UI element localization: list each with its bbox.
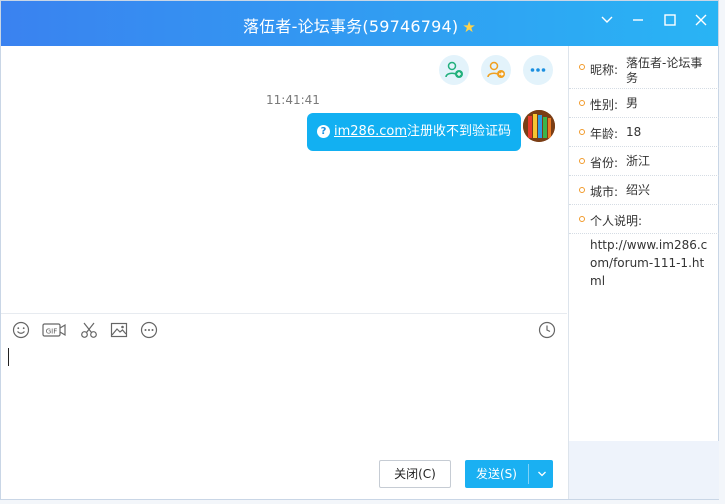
bullet-icon <box>579 158 585 164</box>
age-value: 18 <box>626 125 642 139</box>
gif-icon[interactable]: GIF <box>42 321 66 339</box>
chevron-down-icon[interactable] <box>597 13 617 33</box>
bio-url-link[interactable]: http://www.im286.com/forum-111-1.html <box>590 236 714 290</box>
star-icon: ★ <box>462 18 476 36</box>
minimize-icon[interactable] <box>628 13 648 33</box>
profile-nickname-row: 昵称: 落伍者-论坛事务 <box>569 49 719 89</box>
bullet-icon <box>579 216 585 222</box>
bio-label: 个人说明: <box>590 214 643 228</box>
title-bar[interactable]: 落伍者-论坛事务(59746794) ★ <box>1 1 718 46</box>
add-member-button[interactable] <box>439 55 469 85</box>
province-value: 浙江 <box>626 154 651 168</box>
image-icon[interactable] <box>110 321 128 339</box>
avatar[interactable] <box>523 110 555 142</box>
message-input[interactable] <box>1 346 567 446</box>
city-label: 城市: <box>590 185 619 199</box>
nickname-label: 昵称: <box>590 63 619 77</box>
chat-window: 落伍者-论坛事务(59746794) ★ 11:41:41 ? im286.co… <box>0 0 719 500</box>
message-history[interactable]: 11:41:41 ? im286.com注册收不到验证码 <box>1 46 567 314</box>
more-actions-button[interactable] <box>523 55 553 85</box>
message-timestamp: 11:41:41 <box>266 93 320 107</box>
send-label: 发送(S) <box>476 467 517 481</box>
contact-profile-panel: 昵称: 落伍者-论坛事务 性别: 男 年龄: 18 省份: 浙江 城市: 绍兴 … <box>568 46 719 499</box>
question-icon: ? <box>317 125 330 138</box>
send-options-chevron-icon[interactable] <box>533 460 551 488</box>
close-button[interactable]: 关闭(C) <box>379 460 451 488</box>
profile-city-row: 城市: 绍兴 <box>569 176 719 205</box>
bullet-icon <box>579 64 585 70</box>
nickname-value: 落伍者-论坛事务 <box>626 56 703 85</box>
more-icon[interactable] <box>140 321 158 339</box>
close-icon[interactable] <box>691 13 711 33</box>
emoji-icon[interactable] <box>12 321 30 339</box>
bullet-icon <box>579 187 585 193</box>
bubble-tail <box>512 126 519 138</box>
history-clock-icon[interactable] <box>538 321 556 339</box>
profile-age-row: 年龄: 18 <box>569 118 719 147</box>
message-bubble[interactable]: ? im286.com注册收不到验证码 <box>307 113 522 151</box>
profile-gender-row: 性别: 男 <box>569 89 719 118</box>
bullet-icon <box>579 129 585 135</box>
profile-province-row: 省份: 浙江 <box>569 147 719 176</box>
profile-panel-footer <box>569 441 719 499</box>
send-divider <box>528 464 529 484</box>
message-link[interactable]: im286.com <box>334 124 407 139</box>
gender-value: 男 <box>626 96 639 110</box>
profile-bio-row: 个人说明: <box>569 205 719 234</box>
province-label: 省份: <box>590 156 619 170</box>
text-caret <box>8 348 9 366</box>
city-value: 绍兴 <box>626 183 651 197</box>
scissors-icon[interactable] <box>80 321 98 339</box>
send-button[interactable]: 发送(S) <box>465 460 553 488</box>
message-text: 注册收不到验证码 <box>407 124 512 139</box>
bullet-icon <box>579 100 585 106</box>
transfer-button[interactable] <box>481 55 511 85</box>
gif-label: GIF <box>46 327 58 335</box>
contact-name: 落伍者-论坛事务(59746794) <box>243 17 459 36</box>
age-label: 年龄: <box>590 127 619 141</box>
gender-label: 性别: <box>590 98 619 112</box>
input-toolbar: GIF <box>1 314 567 346</box>
maximize-icon[interactable] <box>660 13 680 33</box>
